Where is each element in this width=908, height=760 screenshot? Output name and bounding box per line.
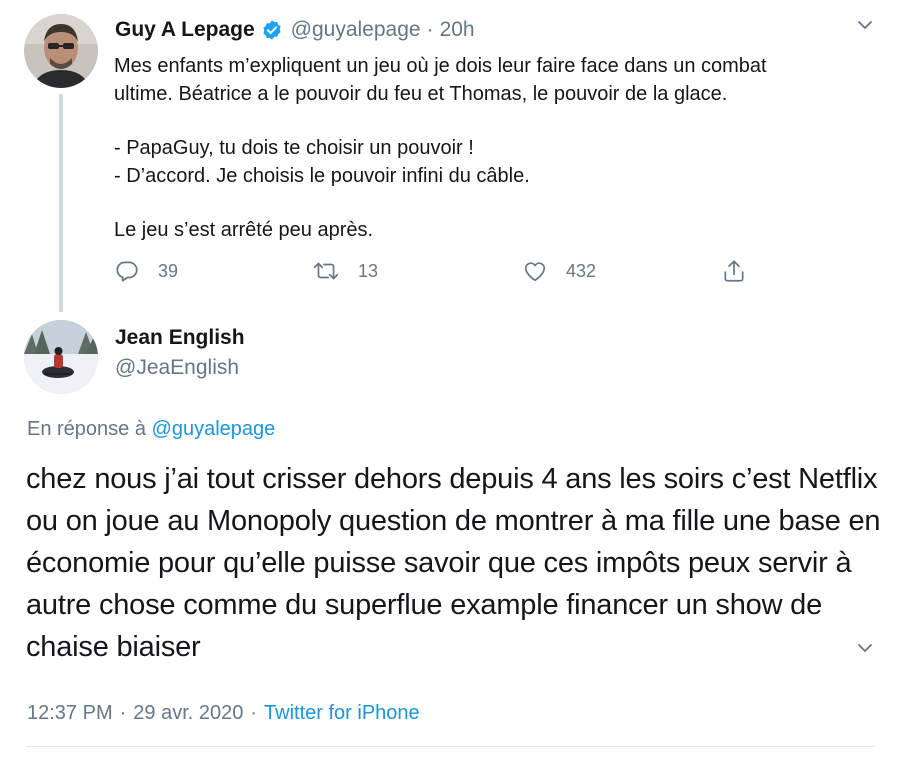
tweet-text-line: Mes enfants m’expliquent un jeu où je do… [114,55,767,77]
like-button[interactable]: 432 [522,258,596,284]
separator-dot: · [426,18,434,41]
heart-icon [522,258,548,284]
reply-tweet-text: chez nous j’ai tout crisser dehors depui… [26,463,881,663]
in-reply-to-mention-link[interactable]: @guyalepage [152,418,276,440]
reply-icon [114,258,140,284]
tweet-text-line: - D’accord. Je choisis le pouvoir infini… [114,165,530,187]
reply-tweet: Jean English @JeaEnglish En réponse à @g… [0,310,908,760]
parent-tweet-header: Guy A Lepage @guyalepage · 20h [115,18,475,42]
author-handle[interactable]: @guyalepage [291,18,421,42]
chevron-down-icon[interactable] [855,15,875,35]
retweet-count: 13 [358,260,379,281]
divider [26,746,874,747]
verified-badge-icon [261,19,283,41]
in-reply-to-label: En réponse à [27,418,146,440]
in-reply-to: En réponse à @guyalepage [27,418,275,441]
reply-count: 39 [158,260,179,281]
tweet-text-line: Le jeu s’est arrêté peu après. [114,219,374,241]
tweet-text-line: - PapaGuy, tu dois te choisir un pouvoir… [114,137,474,159]
tweet-source-link[interactable]: Twitter for iPhone [264,702,420,725]
separator-dot: · [119,702,127,724]
parent-tweet-text: Mes enfants m’expliquent un jeu où je do… [114,52,874,244]
author-handle[interactable]: @JeaEnglish [115,356,239,380]
share-button[interactable] [721,258,747,284]
tweet-action-bar: 39 13 432 [114,258,764,288]
jean-english-avatar[interactable] [24,320,98,394]
like-count: 432 [566,260,597,281]
tweet-metadata: 12:37 PM · 29 avr. 2020 · Twitter for iP… [27,702,420,725]
guy-lepage-avatar[interactable] [24,14,98,88]
author-name[interactable]: Jean English [115,326,245,350]
tweet-timestamp[interactable]: 20h [440,18,475,42]
retweet-icon [312,258,340,284]
tweet-time[interactable]: 12:37 PM [27,702,113,725]
retweet-button[interactable]: 13 [312,258,378,284]
tweet-date[interactable]: 29 avr. 2020 [133,702,243,725]
share-icon [721,258,747,284]
thread-connector-line [59,94,63,312]
parent-tweet[interactable]: Guy A Lepage @guyalepage · 20h Mes enfan… [0,0,908,312]
separator-dot: · [250,702,258,724]
reply-button[interactable]: 39 [114,258,178,284]
author-name[interactable]: Guy A Lepage [115,18,255,42]
tweet-text-line: ultime. Béatrice a le pouvoir du feu et … [114,83,728,105]
